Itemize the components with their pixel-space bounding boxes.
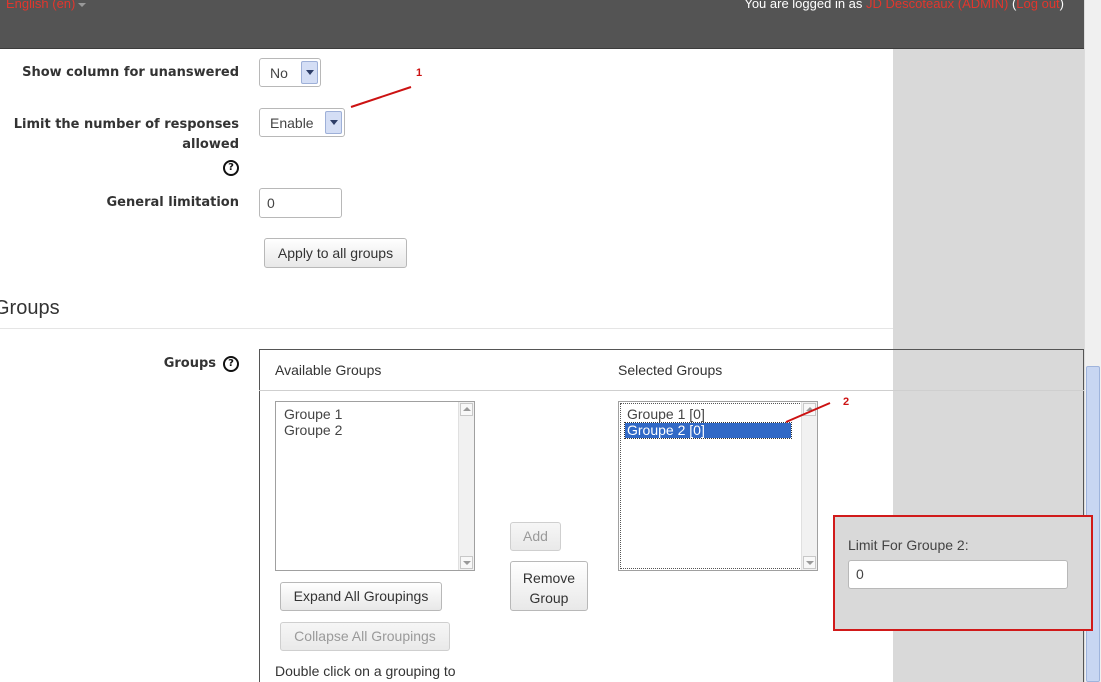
collapse-all-groupings-button[interactable]: Collapse All Groupings (280, 622, 450, 651)
show-unanswered-value: No (270, 65, 288, 81)
show-unanswered-label: Show column for unanswered (22, 65, 239, 80)
list-scrollbar[interactable] (801, 402, 817, 570)
list-item[interactable]: Groupe 1 (284, 407, 342, 422)
groups-section-title: Groups (0, 297, 60, 319)
apply-to-all-groups-button[interactable]: Apply to all groups (264, 238, 407, 268)
paren-close: ) (1059, 0, 1064, 11)
groups-panel-header-divider (259, 390, 1084, 391)
remove-button-line2: Group (529, 590, 569, 606)
groups-field-label: Groups (163, 356, 216, 371)
add-button[interactable]: Add (510, 522, 561, 551)
list-item-selected[interactable]: Groupe 2 [0] (624, 422, 792, 439)
dropdown-arrow-icon (325, 111, 342, 134)
annotation-arrow-2 (785, 402, 831, 423)
general-limitation-label: General limitation (106, 195, 239, 210)
selected-groups-list[interactable]: Groupe 1 [0] Groupe 2 [0] (618, 401, 818, 571)
available-groups-header: Available Groups (275, 362, 382, 378)
top-navbar: English (en) You are logged in as JD Des… (0, 0, 1084, 49)
annotation-arrow-1 (350, 86, 412, 108)
language-menu[interactable]: English (en) (6, 0, 87, 11)
help-icon[interactable]: ? (223, 160, 239, 176)
limit-responses-label-line2: allowed (182, 137, 239, 152)
limit-for-group-label: Limit For Groupe 2: (848, 537, 969, 553)
limit-responses-label-line1: Limit the number of responses (13, 117, 239, 132)
expand-all-groupings-button[interactable]: Expand All Groupings (280, 582, 442, 611)
selected-groups-header: Selected Groups (618, 362, 723, 378)
grouping-hint-text: Double click on a grouping to (275, 663, 456, 679)
list-item[interactable]: Groupe 1 [0] (627, 407, 705, 422)
user-profile-link[interactable]: JD Descoteaux (ADMIN) (866, 0, 1008, 11)
remove-button-line1: Remove (522, 570, 576, 586)
login-prefix: You are logged in as (744, 0, 867, 11)
caret-down-icon (78, 2, 87, 7)
scroll-down-icon[interactable] (803, 556, 816, 569)
logout-link[interactable]: Log out (1016, 0, 1059, 11)
limit-for-group-input[interactable]: 0 (848, 560, 1068, 589)
annotation-number-1: 1 (416, 67, 423, 79)
limit-for-group-highlight: Limit For Groupe 2: 0 (833, 515, 1093, 631)
dropdown-arrow-icon (301, 61, 318, 84)
general-limitation-input[interactable]: 0 (259, 188, 342, 218)
list-scrollbar[interactable] (458, 402, 474, 570)
limit-responses-select[interactable]: Enable (259, 108, 345, 137)
show-unanswered-select[interactable]: No (259, 58, 321, 87)
section-divider (0, 328, 893, 329)
remove-group-button[interactable]: Remove Group (510, 561, 588, 611)
list-item[interactable]: Groupe 2 (284, 423, 342, 438)
available-groups-list[interactable]: Groupe 1 Groupe 2 (275, 401, 475, 571)
annotation-number-2: 2 (843, 396, 850, 408)
language-label: English (en) (6, 0, 76, 11)
limit-responses-value: Enable (270, 115, 314, 131)
login-info: You are logged in as JD Descoteaux (ADMI… (744, 0, 1064, 11)
scroll-up-icon[interactable] (460, 403, 473, 416)
scroll-down-icon[interactable] (460, 556, 473, 569)
limit-responses-label: Limit the number of responses allowed (0, 115, 239, 155)
help-icon[interactable]: ? (223, 356, 239, 372)
